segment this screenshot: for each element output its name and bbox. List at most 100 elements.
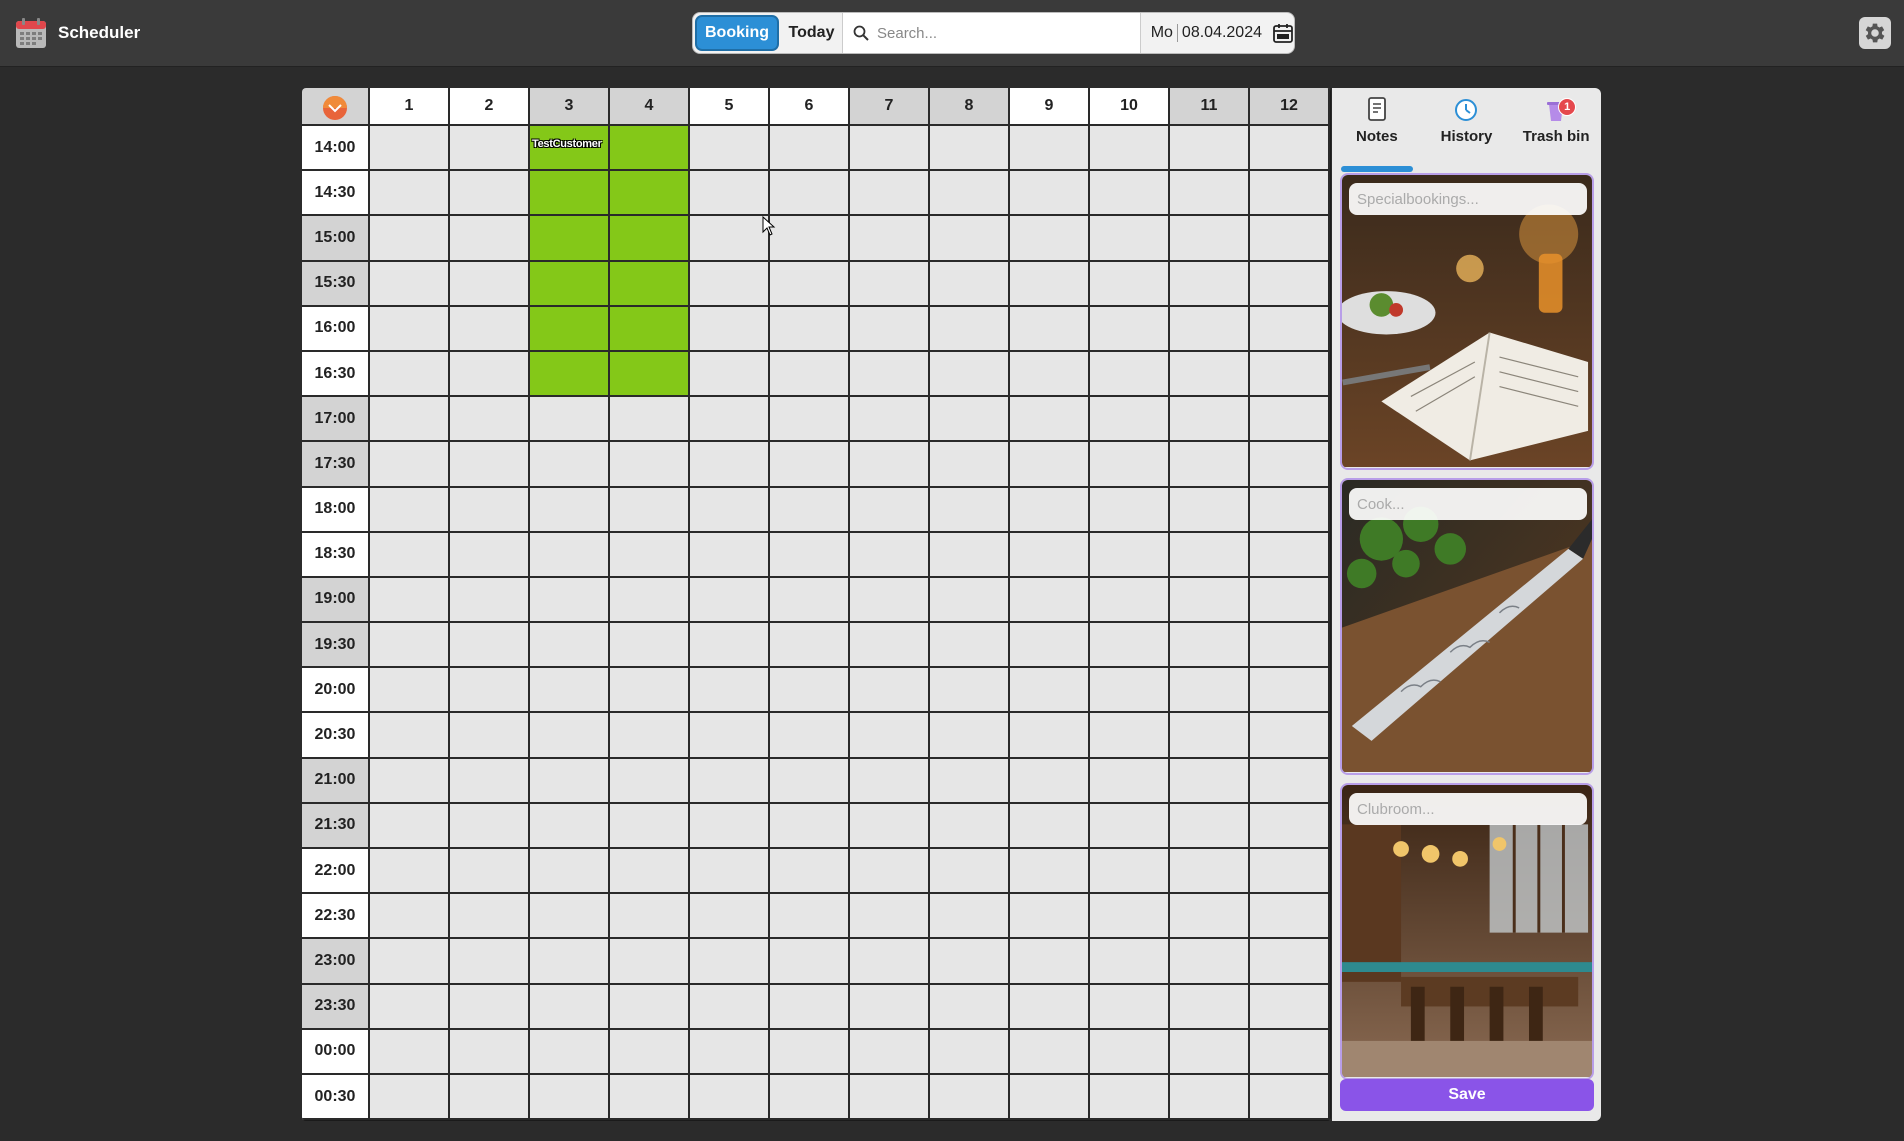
schedule-cell[interactable]: [850, 532, 930, 578]
schedule-cell[interactable]: [930, 894, 1010, 940]
schedule-cell[interactable]: [450, 487, 530, 533]
schedule-cell[interactable]: [370, 984, 450, 1030]
schedule-cell[interactable]: [530, 803, 610, 849]
schedule-cell[interactable]: [450, 397, 530, 443]
schedule-cell[interactable]: [450, 306, 530, 352]
schedule-cell[interactable]: [610, 668, 690, 714]
schedule-cell[interactable]: [450, 623, 530, 669]
schedule-cell[interactable]: [1170, 623, 1250, 669]
schedule-cell[interactable]: [370, 623, 450, 669]
schedule-cell[interactable]: [1170, 532, 1250, 578]
schedule-cell[interactable]: [1090, 623, 1170, 669]
schedule-cell[interactable]: [530, 442, 610, 488]
schedule-cell[interactable]: [530, 577, 610, 624]
schedule-cell[interactable]: [450, 713, 530, 759]
schedule-cell[interactable]: [370, 1074, 450, 1121]
schedule-cell[interactable]: [1250, 487, 1330, 533]
schedule-cell[interactable]: [770, 1074, 850, 1121]
schedule-cell[interactable]: [1010, 894, 1090, 940]
schedule-cell[interactable]: [930, 623, 1010, 669]
booking-block-cell[interactable]: [610, 216, 690, 262]
schedule-cell[interactable]: [690, 487, 770, 533]
schedule-cell[interactable]: [530, 532, 610, 578]
schedule-cell[interactable]: [450, 894, 530, 940]
schedule-cell[interactable]: [770, 261, 850, 307]
schedule-cell[interactable]: [610, 894, 690, 940]
schedule-cell[interactable]: [1090, 758, 1170, 804]
schedule-cell[interactable]: [690, 668, 770, 714]
schedule-cell[interactable]: [450, 261, 530, 307]
schedule-cell[interactable]: [690, 758, 770, 804]
column-header-1[interactable]: 1: [370, 88, 450, 126]
schedule-cell[interactable]: [1250, 984, 1330, 1030]
schedule-cell[interactable]: [450, 351, 530, 398]
schedule-cell[interactable]: [1250, 261, 1330, 307]
schedule-cell[interactable]: [690, 442, 770, 488]
schedule-cell[interactable]: [770, 306, 850, 352]
schedule-cell[interactable]: [930, 984, 1010, 1030]
schedule-cell[interactable]: [850, 397, 930, 443]
schedule-cell[interactable]: [610, 532, 690, 578]
schedule-cell[interactable]: [1250, 1029, 1330, 1075]
schedule-cell[interactable]: [1090, 984, 1170, 1030]
schedule-cell[interactable]: [1090, 1029, 1170, 1075]
schedule-cell[interactable]: [930, 803, 1010, 849]
schedule-cell[interactable]: [1010, 758, 1090, 804]
schedule-cell[interactable]: [930, 1074, 1010, 1121]
cook-note-input[interactable]: [1349, 488, 1587, 520]
schedule-cell[interactable]: [1250, 442, 1330, 488]
schedule-cell[interactable]: [1250, 623, 1330, 669]
schedule-cell[interactable]: [530, 487, 610, 533]
schedule-cell[interactable]: [450, 668, 530, 714]
schedule-cell[interactable]: [370, 126, 450, 172]
schedule-cell[interactable]: [1170, 758, 1250, 804]
schedule-cell[interactable]: [370, 306, 450, 352]
booking-block-cell[interactable]: [610, 306, 690, 352]
schedule-cell[interactable]: [850, 849, 930, 895]
schedule-cell[interactable]: [1090, 442, 1170, 488]
schedule-cell[interactable]: [850, 442, 930, 488]
schedule-cell[interactable]: [610, 803, 690, 849]
schedule-cell[interactable]: [850, 803, 930, 849]
schedule-cell[interactable]: [770, 713, 850, 759]
schedule-cell[interactable]: [1170, 803, 1250, 849]
schedule-cell[interactable]: [850, 668, 930, 714]
schedule-cell[interactable]: [1250, 577, 1330, 624]
schedule-cell[interactable]: [450, 1074, 530, 1121]
schedule-cell[interactable]: [770, 397, 850, 443]
schedule-cell[interactable]: [930, 849, 1010, 895]
schedule-cell[interactable]: [1170, 939, 1250, 985]
schedule-cell[interactable]: [690, 397, 770, 443]
schedule-cell[interactable]: [1010, 803, 1090, 849]
schedule-cell[interactable]: [770, 351, 850, 398]
schedule-cell[interactable]: [530, 668, 610, 714]
schedule-cell[interactable]: [850, 894, 930, 940]
schedule-cell[interactable]: [930, 577, 1010, 624]
schedule-cell[interactable]: [1250, 668, 1330, 714]
column-header-9[interactable]: 9: [1010, 88, 1090, 126]
schedule-cell[interactable]: [850, 577, 930, 624]
schedule-cell[interactable]: [1010, 577, 1090, 624]
schedule-cell[interactable]: [1250, 306, 1330, 352]
schedule-cell[interactable]: [770, 126, 850, 172]
schedule-cell[interactable]: [770, 487, 850, 533]
schedule-cell[interactable]: [1010, 487, 1090, 533]
schedule-cell[interactable]: [690, 1029, 770, 1075]
booking-block-cell[interactable]: [530, 171, 610, 217]
schedule-cell[interactable]: [530, 397, 610, 443]
schedule-cell[interactable]: [850, 487, 930, 533]
column-header-8[interactable]: 8: [930, 88, 1010, 126]
schedule-cell[interactable]: [690, 216, 770, 262]
schedule-cell[interactable]: [770, 939, 850, 985]
schedule-cell[interactable]: [450, 577, 530, 624]
schedule-cell[interactable]: [1010, 1029, 1090, 1075]
schedule-cell[interactable]: [690, 803, 770, 849]
schedule-cell[interactable]: [1090, 487, 1170, 533]
schedule-cell[interactable]: [930, 261, 1010, 307]
schedule-cell[interactable]: [690, 894, 770, 940]
schedule-cell[interactable]: [1250, 849, 1330, 895]
schedule-cell[interactable]: [370, 442, 450, 488]
booking-block-cell[interactable]: [530, 306, 610, 352]
schedule-cell[interactable]: [770, 532, 850, 578]
specialbookings-note-input[interactable]: [1349, 183, 1587, 215]
